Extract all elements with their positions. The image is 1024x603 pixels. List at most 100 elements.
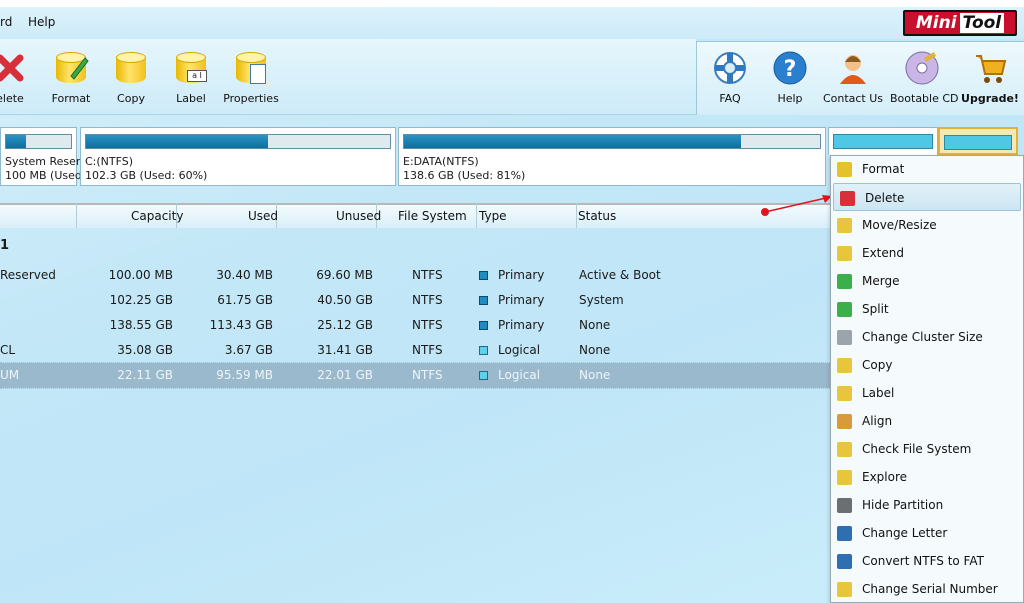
cell-unused: 22.01 GB	[317, 368, 373, 382]
toolbar-upgrade-button[interactable]: Upgrade!	[958, 50, 1022, 105]
toolbar-delete-label: elete	[0, 92, 24, 105]
menu-item-change-letter[interactable]: Change Letter	[831, 519, 1024, 547]
delete-icon	[0, 50, 28, 86]
minitool-logo: Mini Tool	[903, 10, 1017, 36]
menu-item-merge[interactable]: Merge	[831, 267, 1024, 295]
toolbar-contact-label: Contact Us	[822, 92, 884, 105]
letter-icon	[837, 526, 852, 541]
column-header-used[interactable]: Used	[248, 209, 278, 223]
menu-item-move-resize[interactable]: Move/Resize	[831, 211, 1024, 239]
cell-file-system: NTFS	[412, 268, 443, 282]
menu-item-explore[interactable]: Explore	[831, 463, 1024, 491]
usage-bar	[5, 134, 72, 149]
table-row[interactable]: 138.55 GB 113.43 GB 25.12 GB NTFS Primar…	[0, 313, 830, 338]
toolbar-properties-button[interactable]: Properties	[219, 50, 283, 105]
toolbar-contact-button[interactable]: Contact Us	[821, 50, 885, 105]
primary-type-icon	[479, 321, 488, 330]
cell-capacity: 35.08 GB	[117, 343, 173, 357]
menu-item-check-file-system[interactable]: Check File System	[831, 435, 1024, 463]
menu-item-label: Change Cluster Size	[862, 330, 983, 344]
cell-status: None	[579, 368, 611, 382]
usage-bar	[403, 134, 821, 149]
menu-item-label: Change Serial Number	[862, 582, 998, 596]
toolbar-format-button[interactable]: Format	[39, 50, 103, 105]
menu-item-label: Copy	[862, 358, 893, 372]
menu-item-change-serial-number[interactable]: Change Serial Number	[831, 575, 1024, 603]
logo-text-tool: Tool	[959, 13, 1005, 33]
menu-item-label: Hide Partition	[862, 498, 944, 512]
extend-icon	[837, 246, 852, 261]
toolbar-help-label: Help	[777, 92, 803, 105]
menu-item-help[interactable]: Help	[28, 15, 55, 29]
toolbar-help-button[interactable]: ? Help	[758, 50, 822, 105]
annotation-arrow-icon	[761, 195, 832, 216]
toolbar-copy-button[interactable]: Copy	[99, 50, 163, 105]
menu-item-split[interactable]: Split	[831, 295, 1024, 323]
table-row[interactable]: Reserved 100.00 MB 30.40 MB 69.60 MB NTF…	[0, 263, 830, 288]
menu-item-label: Convert NTFS to FAT	[862, 554, 984, 568]
toolbar-properties-label: Properties	[223, 92, 279, 105]
toolbar-faq-button[interactable]: FAQ	[698, 50, 762, 105]
cell-capacity: 102.25 GB	[109, 293, 173, 307]
format-icon	[53, 50, 89, 86]
table-row[interactable]: CL 35.08 GB 3.67 GB 31.41 GB NTFS Logica…	[0, 338, 830, 363]
column-header-status[interactable]: Status	[578, 209, 616, 223]
toolbar-delete-button[interactable]: elete	[0, 50, 42, 105]
menu-item-wizard[interactable]: rd	[0, 15, 12, 29]
diskmap-partition-logical-2-selected[interactable]	[938, 127, 1018, 155]
toolbar-label-label: Label	[176, 92, 206, 105]
menu-item-format[interactable]: Format	[831, 155, 1024, 183]
align-icon	[837, 414, 852, 429]
menu-item-label: Split	[862, 302, 889, 316]
contact-icon	[835, 50, 871, 86]
primary-type-icon	[479, 271, 488, 280]
cell-file-system: NTFS	[412, 293, 443, 307]
menu-item-convert-ntfs-to-fat[interactable]: Convert NTFS to FAT	[831, 547, 1024, 575]
column-header-capacity[interactable]: Capacity	[131, 209, 183, 223]
toolbar-label-button[interactable]: a I Label	[159, 50, 223, 105]
usage-bar	[85, 134, 391, 149]
menu-item-label: Change Letter	[862, 526, 948, 540]
menu-item-extend[interactable]: Extend	[831, 239, 1024, 267]
help-icon: ?	[772, 50, 808, 86]
logical-type-icon	[479, 346, 488, 355]
toolbar-bootable-cd-button[interactable]: Bootable CD	[890, 50, 959, 105]
menu-item-align[interactable]: Align	[831, 407, 1024, 435]
usage-fill	[404, 135, 741, 148]
table-row-selected[interactable]: UM 22.11 GB 95.59 MB 22.01 GB NTFS Logic…	[0, 363, 830, 388]
cell-used: 30.40 MB	[216, 268, 273, 282]
usage-fill	[86, 135, 269, 148]
cell-status: Active & Boot	[579, 268, 661, 282]
table-row[interactable]: 102.25 GB 61.75 GB 40.50 GB NTFS Primary…	[0, 288, 830, 313]
menu-item-label: Label	[862, 386, 895, 400]
diskmap-partition-e[interactable]: E:DATA(NTFS) 138.6 GB (Used: 81%)	[398, 127, 826, 186]
toolbar-faq-label: FAQ	[719, 92, 741, 105]
cluster-icon	[837, 330, 852, 345]
column-header-file-system[interactable]: File System	[398, 209, 467, 223]
toolbar-bootable-cd-label: Bootable CD	[890, 92, 959, 105]
menu-item-hide-partition[interactable]: Hide Partition	[831, 491, 1024, 519]
menu-item-delete[interactable]: Delete	[833, 183, 1021, 211]
diskmap-partition-system-reserved[interactable]: System Reserv 100 MB (Used:	[0, 127, 87, 186]
copy-icon	[837, 358, 852, 373]
svg-text:?: ?	[784, 57, 797, 82]
toolbar-upgrade-label: Upgrade!	[961, 92, 1019, 105]
merge-icon	[837, 274, 852, 289]
column-separator	[576, 203, 577, 228]
partition-name: C:(NTFS)	[85, 155, 134, 168]
explore-icon	[837, 470, 852, 485]
cell-used: 95.59 MB	[216, 368, 273, 382]
diskmap-partition-logical-1[interactable]	[828, 127, 938, 155]
menu-bar: rd Help	[0, 7, 1024, 39]
usage-bar	[944, 135, 1012, 150]
menu-item-copy[interactable]: Copy	[831, 351, 1024, 379]
column-header-unused[interactable]: Unused	[336, 209, 381, 223]
diskmap-partition-c[interactable]: C:(NTFS) 102.3 GB (Used: 60%)	[80, 127, 396, 186]
column-header-type[interactable]: Type	[479, 209, 507, 223]
menu-item-change-cluster-size[interactable]: Change Cluster Size	[831, 323, 1024, 351]
logical-type-icon	[479, 371, 488, 380]
cell-partition: UM	[0, 368, 20, 382]
menu-item-label[interactable]: Label	[831, 379, 1024, 407]
toolbar-copy-label: Copy	[117, 92, 145, 105]
cell-unused: 40.50 GB	[317, 293, 373, 307]
